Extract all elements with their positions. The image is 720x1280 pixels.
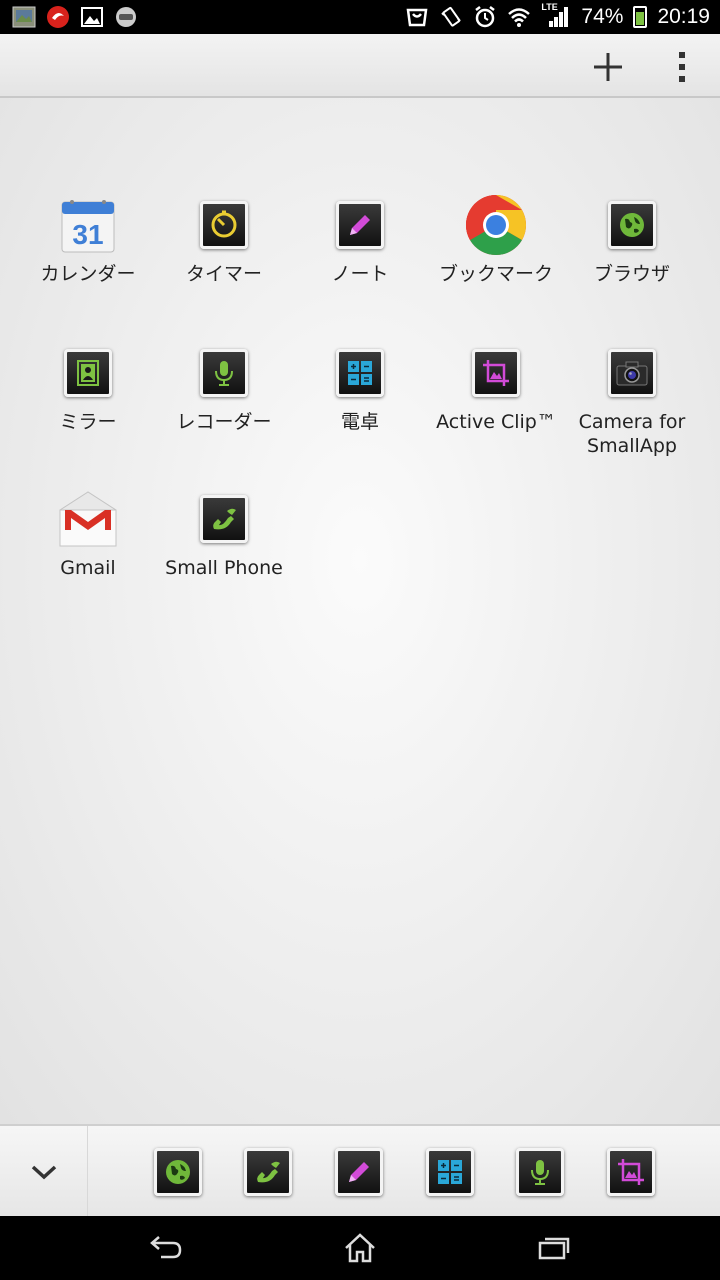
gallery-thumbnail-icon: [12, 5, 36, 29]
app-label: ノート: [331, 263, 389, 285]
browser-icon: [154, 1148, 202, 1196]
image-icon: [80, 5, 104, 29]
camera-icon: [608, 349, 656, 397]
app-label: レコーダー: [176, 411, 272, 433]
app-note[interactable]: ノート: [292, 190, 428, 286]
calculator-icon: [426, 1148, 474, 1196]
app-label: ブックマーク: [438, 263, 553, 285]
gmail-icon: [53, 484, 123, 554]
network-type-label: LTE: [541, 2, 558, 12]
overflow-menu-icon: [679, 52, 685, 82]
small-app-tray: [0, 1124, 720, 1218]
alarm-icon: [473, 5, 497, 29]
clock: 20:19: [657, 5, 710, 28]
phone-icon: [200, 495, 248, 543]
home-button[interactable]: [330, 1228, 390, 1268]
tray-browser[interactable]: [154, 1148, 202, 1196]
app-bookmark[interactable]: ブックマーク: [428, 190, 564, 286]
battery-fill: [636, 11, 645, 25]
app-gmail[interactable]: Gmail: [20, 484, 156, 580]
small-apps-grid: 31 カレンダー タイマー ノート ブックマーク ブラウザ ミラー レコーダー …: [0, 98, 720, 1124]
tray-active-clip[interactable]: [607, 1148, 655, 1196]
app-label: Gmail: [60, 557, 116, 579]
overflow-menu-button[interactable]: [664, 46, 700, 88]
phone-icon: [244, 1148, 292, 1196]
shopping-bag-icon: [405, 5, 429, 29]
wifi-icon: [507, 5, 531, 29]
timer-icon: [200, 201, 248, 249]
app-calculator[interactable]: 電卓: [292, 338, 428, 434]
tray-calculator[interactable]: [426, 1148, 474, 1196]
browser-icon: [608, 201, 656, 249]
status-bar: LTE 74% 20:19: [0, 0, 720, 34]
home-icon: [345, 1233, 375, 1263]
app-recorder[interactable]: レコーダー: [156, 338, 292, 434]
tray-phone[interactable]: [244, 1148, 292, 1196]
chevron-down-icon: [31, 1165, 56, 1180]
app-label: Camera for SmallApp: [578, 411, 686, 457]
back-icon: [150, 1236, 182, 1259]
status-notifications: [12, 5, 138, 29]
recent-apps-icon: [538, 1237, 570, 1260]
chrome-icon: [461, 190, 531, 260]
app-label: Small Phone: [165, 557, 283, 579]
action-bar: [0, 34, 720, 98]
tray-collapse-button[interactable]: [0, 1126, 88, 1218]
tray-recorder[interactable]: [516, 1148, 564, 1196]
active-clip-icon: [607, 1148, 655, 1196]
add-button[interactable]: [584, 46, 632, 88]
tray-note[interactable]: [335, 1148, 383, 1196]
red-app-icon: [46, 5, 70, 29]
app-calendar[interactable]: 31 カレンダー: [20, 190, 156, 286]
status-system: LTE 74% 20:19: [405, 2, 710, 29]
app-camera-smallapp[interactable]: Camera for SmallApp: [564, 338, 700, 458]
app-label: カレンダー: [40, 263, 136, 285]
app-small-phone[interactable]: Small Phone: [156, 484, 292, 580]
vibrate-icon: [439, 5, 463, 29]
app-timer[interactable]: タイマー: [156, 190, 292, 286]
battery-icon: [633, 6, 648, 28]
back-button[interactable]: [136, 1228, 196, 1268]
app-label: 電卓: [340, 411, 379, 433]
app-mirror[interactable]: ミラー: [20, 338, 156, 434]
note-icon: [336, 201, 384, 249]
app-active-clip[interactable]: Active Clip™: [428, 338, 564, 434]
app-label: タイマー: [185, 263, 262, 285]
battery-percent: 74%: [581, 5, 624, 28]
recent-apps-button[interactable]: [524, 1228, 584, 1268]
app-label: ミラー: [59, 411, 117, 433]
plus-icon: [594, 53, 622, 81]
app-label: ブラウザ: [593, 263, 670, 285]
note-icon: [335, 1148, 383, 1196]
app-browser[interactable]: ブラウザ: [564, 190, 700, 286]
calendar-icon: 31: [53, 190, 123, 260]
recorder-icon: [516, 1148, 564, 1196]
app-label: Active Clip™: [436, 411, 556, 433]
mirror-icon: [64, 349, 112, 397]
podcast-icon: [114, 5, 138, 29]
calendar-day: 31: [72, 219, 103, 250]
signal-icon: LTE: [541, 2, 571, 29]
navigation-bar: [0, 1216, 720, 1280]
active-clip-icon: [472, 349, 520, 397]
calculator-icon: [336, 349, 384, 397]
recorder-icon: [200, 349, 248, 397]
